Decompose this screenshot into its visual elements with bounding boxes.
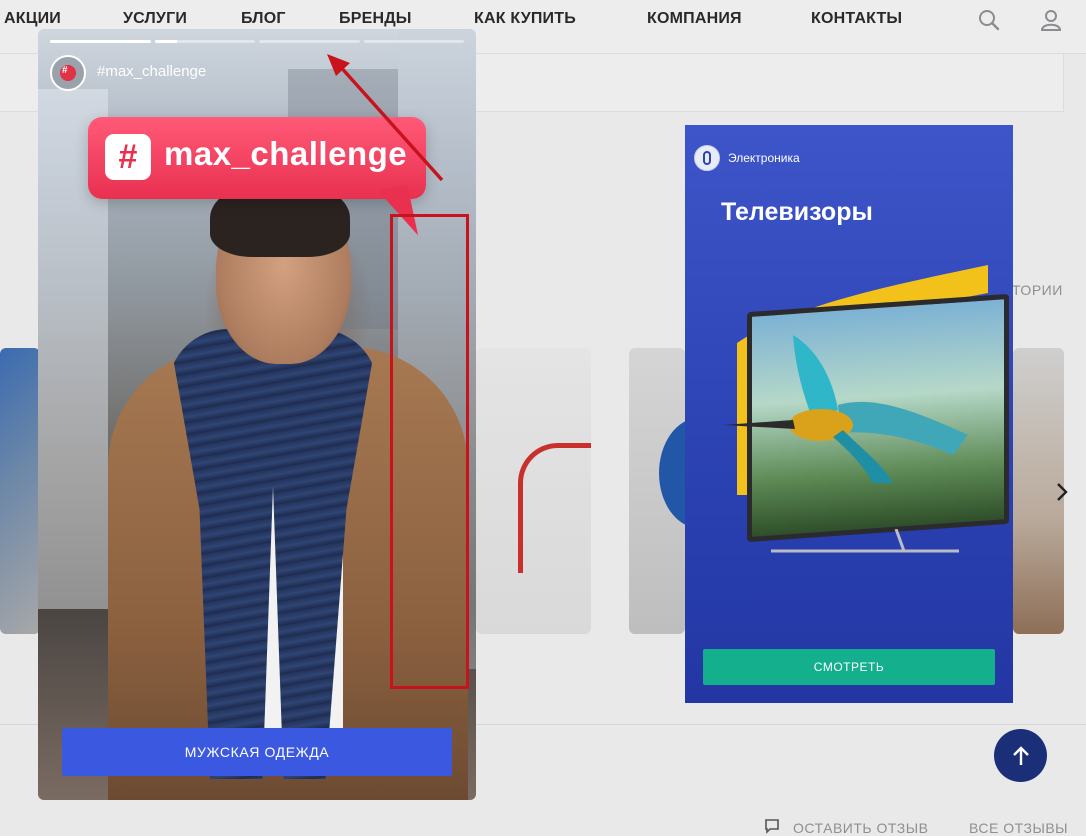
nav-contacts[interactable]: КОНТАКТЫ: [811, 10, 902, 28]
promo-card[interactable]: [0, 348, 40, 634]
nav-company[interactable]: КОМПАНИЯ: [647, 10, 742, 28]
story-avatar[interactable]: #: [50, 55, 86, 91]
nav-services[interactable]: УСЛУГИ: [123, 10, 187, 28]
story-title: Телевизоры: [721, 198, 873, 226]
nav-how-to-buy[interactable]: КАК КУПИТЬ: [474, 10, 576, 28]
arrow-up-icon: [1012, 745, 1029, 765]
scroll-to-top-button[interactable]: [994, 729, 1047, 782]
story-preview-tv[interactable]: Электроника Телевизоры СМОТРЕТЬ: [685, 125, 1013, 703]
hash-icon: #: [62, 65, 68, 76]
leave-review-link[interactable]: ОСТАВИТЬ ОТЗЫВ: [793, 820, 928, 836]
annotation-box: [390, 214, 469, 689]
progress-segment: [259, 40, 360, 43]
stories-link[interactable]: ТОРИИ: [1012, 282, 1063, 298]
hashtag-text: max_challenge: [164, 135, 408, 172]
progress-segment: [363, 40, 464, 43]
nav-promotions[interactable]: АКЦИИ: [4, 10, 61, 28]
chevron-right-icon[interactable]: [1050, 478, 1074, 506]
hash-icon: #: [105, 134, 151, 180]
hashtag-bubble: # max_challenge: [88, 117, 426, 199]
bag-image: [518, 443, 591, 573]
tv-stand: [771, 529, 959, 553]
promo-card[interactable]: [629, 348, 685, 634]
watch-button[interactable]: СМОТРЕТЬ: [703, 649, 995, 685]
story-cta-button[interactable]: МУЖСКАЯ ОДЕЖДА: [62, 728, 452, 776]
bird-image: [723, 335, 968, 483]
all-reviews-link[interactable]: ВСЕ ОТЗЫВЫ: [969, 820, 1068, 836]
headphones-icon: [694, 145, 720, 171]
story-handle[interactable]: #max_challenge: [97, 63, 206, 80]
search-icon[interactable]: [977, 8, 1001, 32]
nav-brands[interactable]: БРЕНДЫ: [339, 10, 412, 28]
story-author: Электроника: [728, 151, 800, 165]
comment-icon: [765, 819, 779, 834]
product-image: [659, 418, 685, 528]
progress-segment: [50, 40, 151, 43]
progress-segment: [154, 40, 255, 43]
user-icon[interactable]: [1039, 8, 1063, 32]
story-progress: [50, 40, 464, 43]
nav-blog[interactable]: БЛОГ: [241, 10, 286, 28]
promo-card[interactable]: [476, 348, 591, 634]
